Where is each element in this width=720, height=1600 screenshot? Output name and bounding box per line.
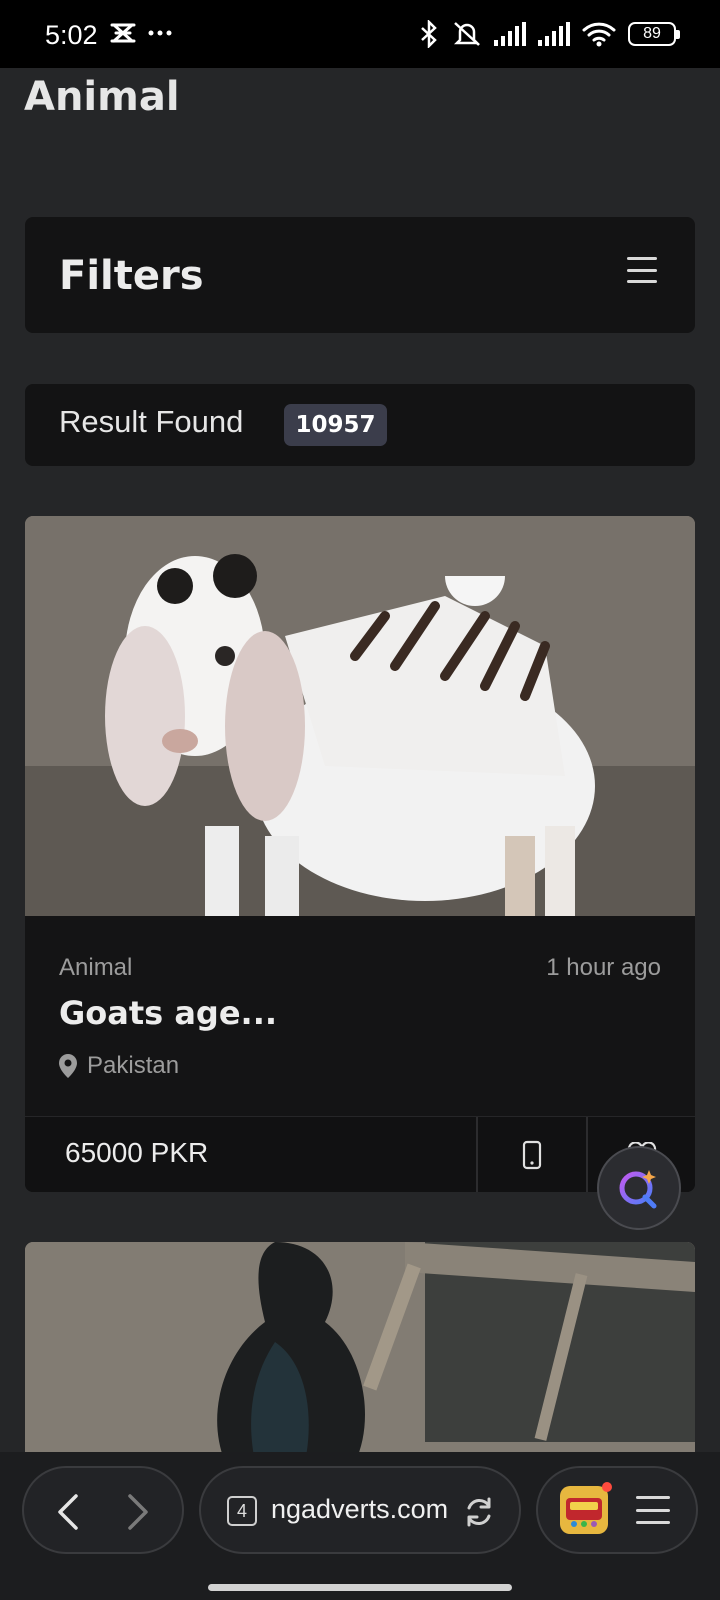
listing-category: Animal [59, 954, 133, 981]
mute-icon [453, 22, 481, 46]
filters-panel[interactable]: Filters [25, 217, 695, 333]
filters-menu-icon[interactable] [627, 257, 657, 283]
game-center-icon[interactable] [560, 1482, 612, 1534]
address-bar[interactable]: 4 ngadverts.com [199, 1466, 521, 1554]
signal-icon [538, 22, 570, 46]
assistant-search-icon [619, 1170, 657, 1209]
back-arrow-icon [58, 1494, 78, 1530]
battery-icon: 89 [628, 22, 680, 46]
tab-count-button[interactable]: 4 [227, 1496, 257, 1526]
url-text[interactable]: ngadverts.com [271, 1494, 448, 1525]
signal-icon [494, 22, 526, 46]
forward-arrow-icon [128, 1494, 148, 1530]
listing-image-2[interactable] [25, 1242, 695, 1462]
listing-location: Pakistan [59, 1052, 179, 1080]
assistant-fab-button[interactable] [597, 1146, 681, 1230]
page-title: Animal [24, 74, 180, 120]
result-count-badge: 10957 [284, 404, 387, 446]
status-bar: 5:02 89 [0, 0, 720, 68]
home-indicator[interactable] [208, 1584, 512, 1591]
more-dots-icon [148, 30, 172, 36]
notification-icon [110, 23, 136, 43]
wifi-icon [582, 22, 616, 47]
listing-card[interactable]: Animal 1 hour ago Goats age... Pakistan … [25, 516, 695, 1192]
listing-image[interactable] [25, 516, 695, 916]
reload-icon[interactable] [463, 1496, 495, 1528]
menu-group [536, 1466, 698, 1554]
listing-title[interactable]: Goats age... [59, 994, 277, 1032]
navigation-group [22, 1466, 184, 1554]
phone-icon [522, 1140, 542, 1170]
listing-location-text: Pakistan [87, 1052, 180, 1079]
bluetooth-icon [421, 20, 437, 48]
back-button[interactable] [46, 1490, 90, 1534]
call-button[interactable] [478, 1117, 586, 1192]
listing-price: 65000 PKR [65, 1137, 209, 1168]
battery-level: 89 [643, 25, 661, 42]
forward-button[interactable] [116, 1490, 160, 1534]
listing-time: 1 hour ago [546, 954, 661, 981]
filters-label: Filters [59, 253, 204, 299]
location-pin-icon [59, 1054, 77, 1078]
notification-dot [602, 1482, 612, 1492]
result-found-bar: Result Found 10957 [25, 384, 695, 466]
browser-menu-icon[interactable] [636, 1496, 670, 1524]
browser-toolbar: 4 ngadverts.com [0, 1452, 720, 1600]
status-time: 5:02 [45, 20, 98, 50]
result-label: Result Found [59, 404, 244, 439]
listing-footer: 65000 PKR [25, 1116, 695, 1192]
